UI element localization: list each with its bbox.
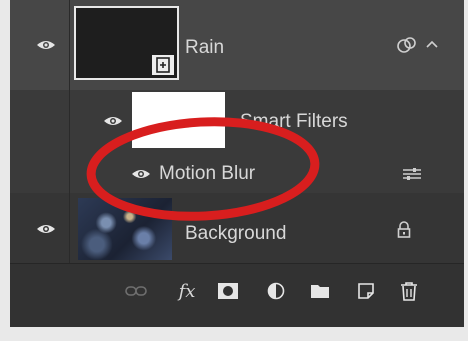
annotation-circle	[86, 117, 320, 221]
chevron-up-icon[interactable]	[426, 40, 438, 48]
smart-object-icon	[152, 55, 174, 75]
link-icon[interactable]	[124, 279, 148, 303]
layer-name-background[interactable]: Background	[185, 223, 286, 245]
layer-mask-icon[interactable]	[216, 279, 240, 303]
adjustment-layer-icon[interactable]	[264, 279, 288, 303]
lock-icon	[397, 221, 411, 238]
layers-toolbar: fx	[10, 265, 464, 317]
smart-object-overlay-icon	[397, 37, 416, 53]
filter-options-icon[interactable]	[401, 166, 423, 182]
eye-icon[interactable]	[36, 39, 56, 51]
trash-icon[interactable]	[397, 279, 421, 303]
layer-thumbnail-rain[interactable]	[74, 6, 179, 80]
layer-row-rain[interactable]: Rain	[10, 0, 464, 90]
eye-icon[interactable]	[36, 223, 56, 235]
layer-name-rain[interactable]: Rain	[185, 37, 224, 59]
folder-icon[interactable]	[308, 279, 332, 303]
fx-icon[interactable]: fx	[172, 279, 202, 303]
new-layer-icon[interactable]	[354, 279, 378, 303]
